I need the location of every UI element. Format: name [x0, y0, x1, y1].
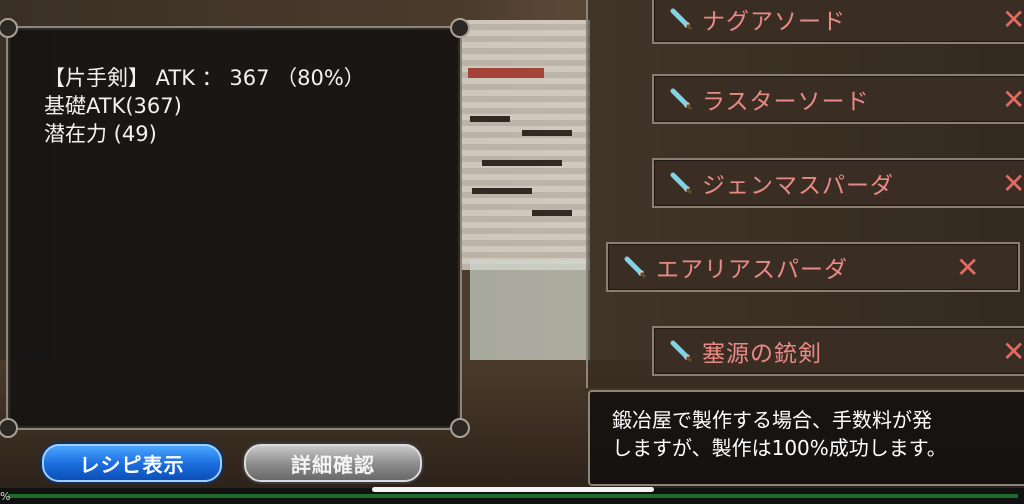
item-name: ジェンマスパーダ: [702, 173, 894, 199]
list-item-selected[interactable]: エアリアスパーダ ✕: [606, 242, 1020, 292]
list-item[interactable]: ジェンマスパーダ ✕: [652, 158, 1024, 208]
home-indicator[interactable]: [372, 487, 654, 492]
percent-label: %: [0, 490, 11, 503]
sword-icon: [670, 8, 693, 31]
message-text: 鍛冶屋で製作する場合、手数料が発 しますが、製作は100%成功します。: [612, 406, 947, 462]
sword-icon: [670, 172, 693, 195]
message-box: 鍛冶屋で製作する場合、手数料が発 しますが、製作は100%成功します。: [588, 390, 1024, 486]
details-button[interactable]: 詳細確認: [244, 444, 422, 482]
remove-icon[interactable]: ✕: [1002, 3, 1024, 36]
corner-ornament: [450, 18, 470, 38]
wall-notice: [462, 20, 590, 270]
sword-icon: [670, 340, 693, 363]
stat-base-atk-line: 基礎ATK(367): [44, 94, 182, 118]
show-recipe-button[interactable]: レシピ表示: [42, 444, 222, 482]
wall-poster: [470, 260, 590, 360]
message-line: しますが、製作は100%成功します。: [612, 436, 947, 460]
weapon-stats: 【片手剣】 ATK ： 367 （80%） 基礎ATK(367) 潜在力 (49): [44, 64, 365, 148]
remove-icon[interactable]: ✕: [956, 251, 979, 284]
sword-icon: [670, 88, 693, 111]
item-name: 塞源の銃剣: [702, 341, 822, 367]
stat-potential-line: 潜在力 (49): [44, 122, 157, 146]
sword-icon: [624, 256, 647, 279]
item-name: ナグアソード: [702, 9, 846, 35]
remove-icon[interactable]: ✕: [1002, 167, 1024, 200]
progress-bar: [8, 494, 1018, 498]
weapon-info-panel: 【片手剣】 ATK ： 367 （80%） 基礎ATK(367) 潜在力 (49): [0, 18, 470, 438]
stat-atk-line: 【片手剣】 ATK ： 367 （80%）: [44, 66, 365, 90]
list-item[interactable]: ナグアソード ✕: [652, 0, 1024, 44]
message-line: 鍛冶屋で製作する場合、手数料が発: [612, 408, 932, 432]
list-item[interactable]: 塞源の銃剣 ✕: [652, 326, 1024, 376]
remove-icon[interactable]: ✕: [1002, 83, 1024, 116]
item-name: ラスターソード: [702, 89, 870, 115]
remove-icon[interactable]: ✕: [1002, 335, 1024, 368]
corner-ornament: [0, 18, 18, 38]
list-item[interactable]: ラスターソード ✕: [652, 74, 1024, 124]
corner-ornament: [450, 418, 470, 438]
item-name: エアリアスパーダ: [656, 257, 848, 283]
